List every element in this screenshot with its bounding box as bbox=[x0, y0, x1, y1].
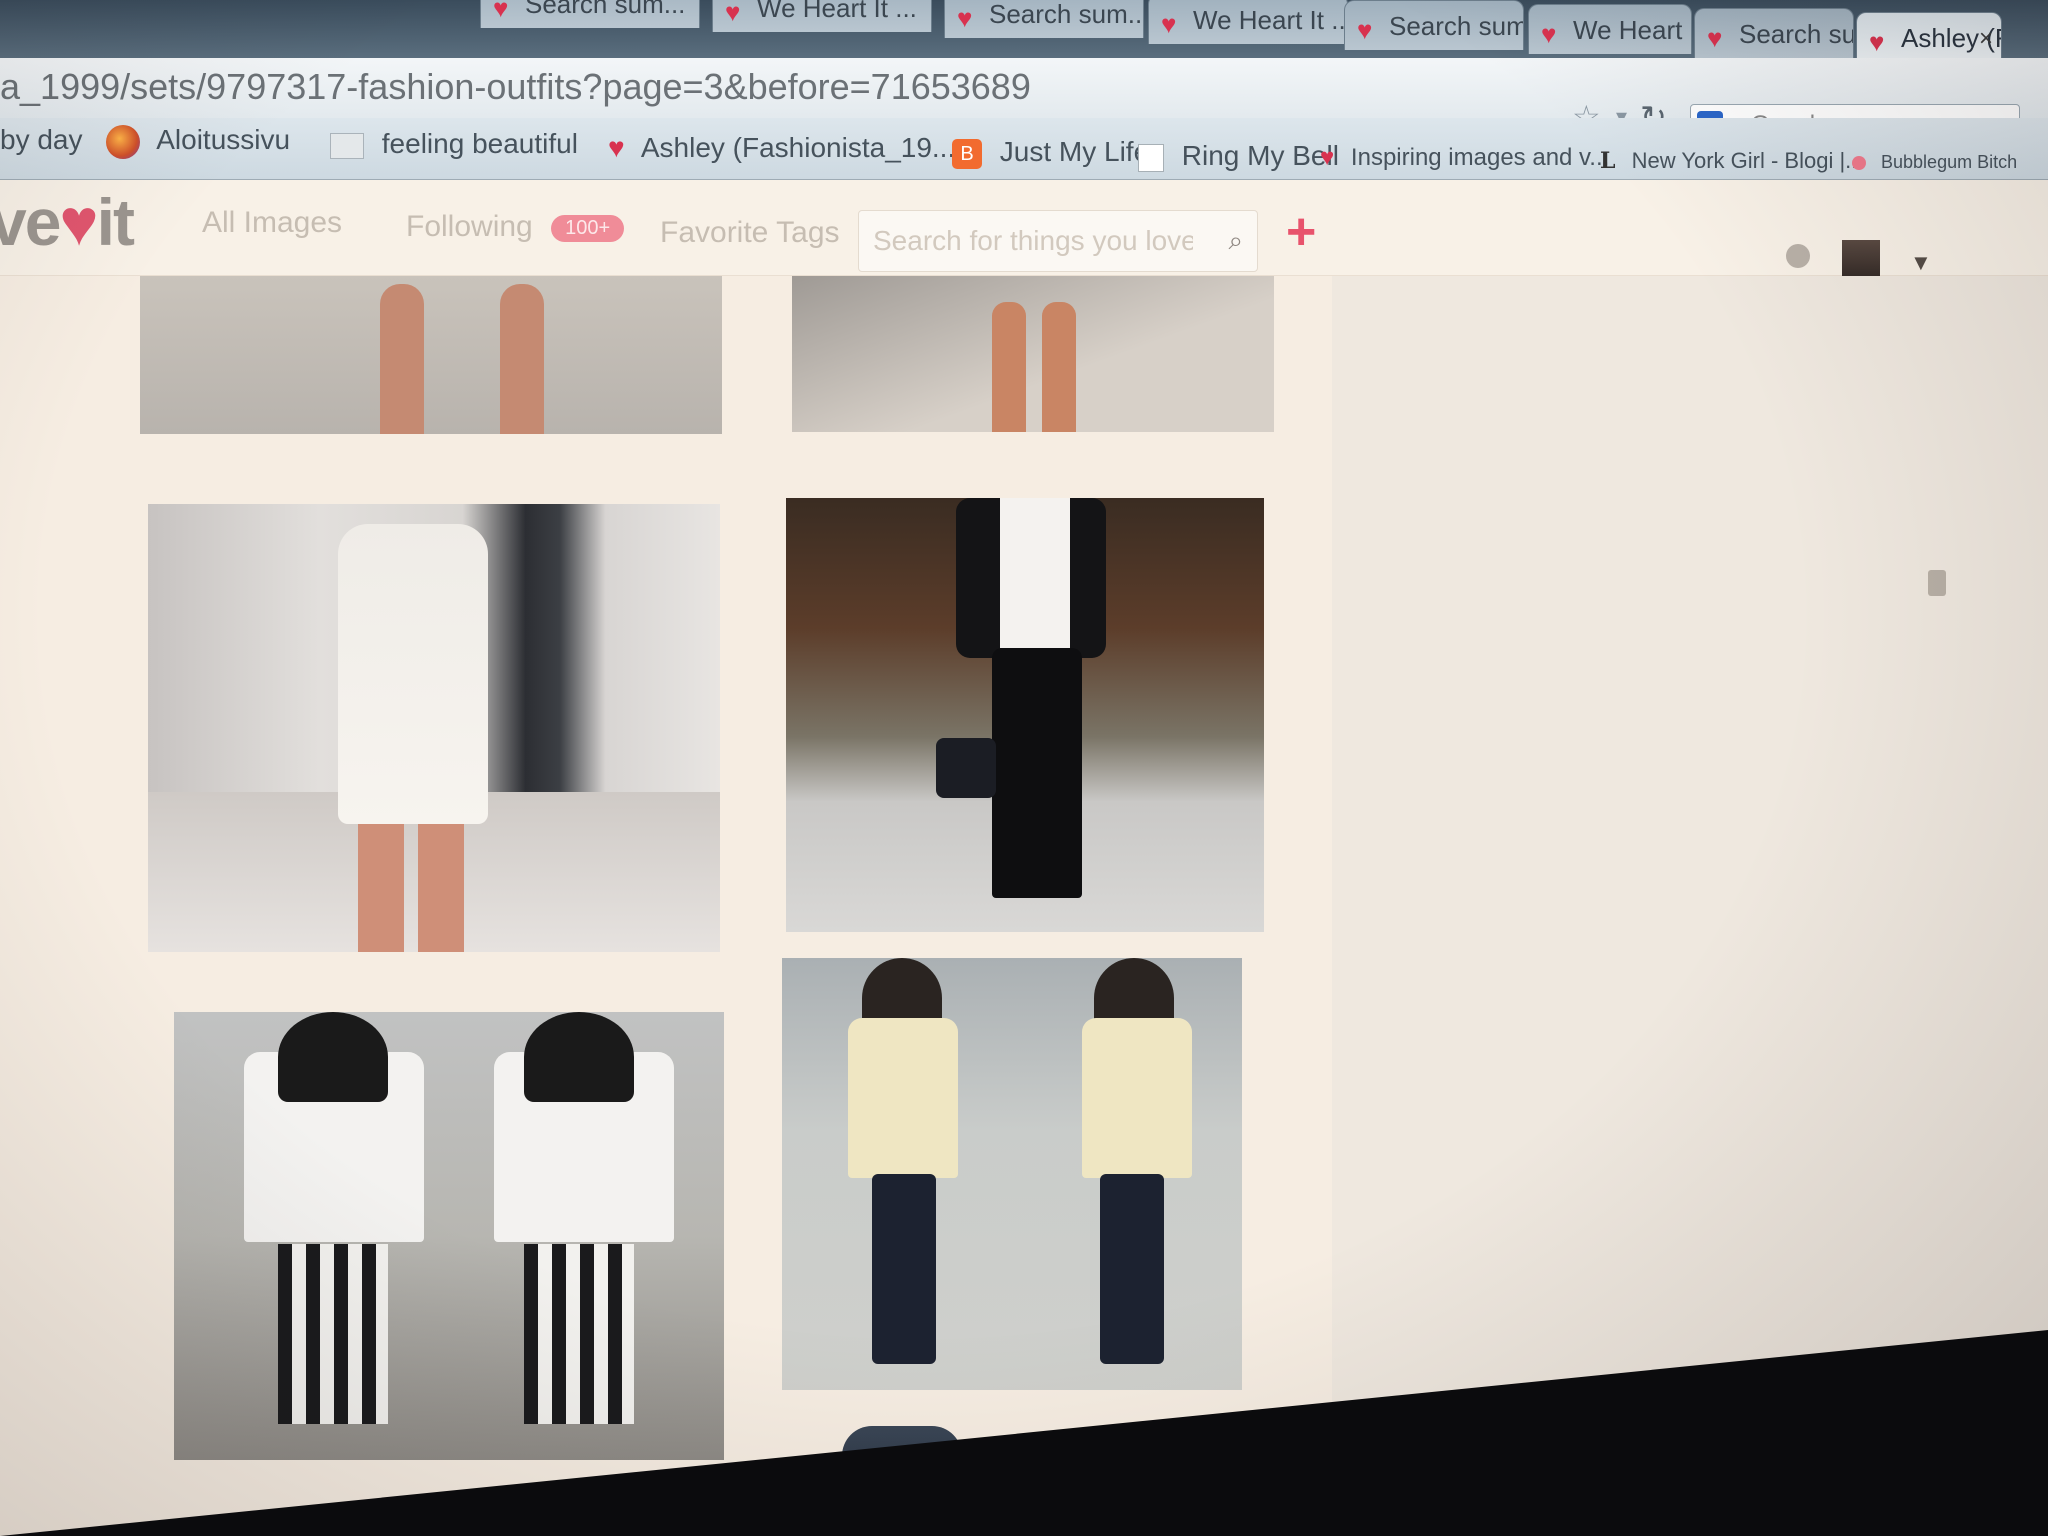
grid-image[interactable] bbox=[140, 276, 722, 434]
search-icon[interactable]: ⌕ bbox=[1228, 225, 1243, 257]
photo-detail bbox=[848, 1018, 958, 1178]
letter-l-icon: L bbox=[1600, 148, 1616, 174]
dot-icon bbox=[1852, 156, 1866, 171]
photo-detail bbox=[380, 284, 424, 434]
bookmark-item[interactable]: Ring My Bell bbox=[1138, 140, 1339, 172]
bookmark-label: by day bbox=[0, 124, 83, 155]
photo-detail bbox=[992, 302, 1026, 432]
heart-icon: ♥ bbox=[1357, 15, 1373, 45]
sidebar-handle[interactable] bbox=[1928, 570, 1946, 596]
site-search-box: ⌕ bbox=[858, 210, 1258, 272]
tab-strip: ♥ Search sum... ♥ We Heart It ... ♥ Sear… bbox=[0, 0, 2048, 58]
heart-icon: ♥ bbox=[1707, 23, 1723, 53]
heart-icon: ♥ bbox=[1869, 27, 1885, 57]
image-grid bbox=[0, 276, 2048, 1536]
photo-detail bbox=[338, 524, 488, 824]
bookmark-item[interactable]: ♥ Ashley (Fashionista_19... bbox=[608, 132, 955, 164]
tab-7[interactable]: ♥ Search sum... bbox=[1694, 8, 1854, 58]
grid-image[interactable] bbox=[792, 276, 1274, 432]
tab-2[interactable]: ♥ We Heart It ... bbox=[712, 0, 932, 32]
chevron-down-icon[interactable]: ▼ bbox=[1910, 250, 1932, 276]
add-button[interactable]: + bbox=[1286, 202, 1316, 262]
tab-5[interactable]: ♥ Search sum... bbox=[1344, 0, 1524, 50]
logo-text-right: it bbox=[96, 185, 135, 259]
bookmark-item[interactable]: B Just My Life bbox=[952, 136, 1149, 169]
settings-icon[interactable] bbox=[1786, 244, 1810, 268]
photo-detail bbox=[1100, 1174, 1164, 1364]
tab-1[interactable]: ♥ Search sum... bbox=[480, 0, 700, 28]
bookmark-label: New York Girl - Blogi |... bbox=[1631, 148, 1864, 173]
tab-4[interactable]: ♥ We Heart It ... bbox=[1148, 0, 1348, 44]
heart-icon: ♥ bbox=[957, 3, 973, 33]
tab-label: Search sum... bbox=[525, 0, 686, 19]
tab-3[interactable]: ♥ Search sum... bbox=[944, 0, 1144, 38]
photo-detail bbox=[936, 738, 996, 798]
bookmark-item[interactable]: ♥ Inspiring images and v... bbox=[1320, 144, 1609, 172]
blank-page-icon bbox=[1138, 143, 1164, 172]
photo-detail bbox=[500, 284, 544, 434]
bookmark-item[interactable]: by day bbox=[0, 124, 83, 156]
bookmark-label: Ring My Bell bbox=[1181, 140, 1339, 171]
bookmark-label: Just My Life bbox=[999, 136, 1150, 167]
photo-detail bbox=[278, 1012, 388, 1102]
bookmark-item[interactable]: Bubblegum Bitch bbox=[1852, 152, 2017, 173]
following-count-badge: 100+ bbox=[551, 214, 625, 242]
bookmark-label: feeling beautiful bbox=[381, 128, 578, 159]
bookmark-item[interactable]: Aloitussivu bbox=[106, 124, 290, 159]
url-field[interactable]: a_1999/sets/9797317-fashion-outfits?page… bbox=[0, 66, 1031, 108]
tab-label: Search sum... bbox=[1389, 11, 1524, 41]
logo-text-left: ve bbox=[0, 185, 61, 259]
nav-following[interactable]: Following 100+ bbox=[406, 210, 625, 244]
heart-icon: ♥ bbox=[608, 132, 625, 163]
grid-image[interactable] bbox=[148, 504, 720, 952]
photo-detail bbox=[1000, 498, 1070, 648]
photo-detail bbox=[278, 1244, 388, 1424]
photo-detail bbox=[1042, 302, 1076, 432]
nav-following-label: Following bbox=[406, 210, 533, 243]
bookmark-label: Aloitussivu bbox=[156, 124, 291, 155]
bookmark-label: Inspiring images and v... bbox=[1350, 144, 1610, 171]
photo-detail bbox=[418, 824, 464, 952]
tab-label: Search sum... bbox=[989, 0, 1144, 29]
photo-detail bbox=[872, 1174, 936, 1364]
search-input[interactable] bbox=[873, 223, 1193, 259]
bookmark-item[interactable]: L New York Girl - Blogi |... bbox=[1600, 148, 1864, 174]
bookmarks-bar: by day Aloitussivu feeling beautiful ♥ A… bbox=[0, 118, 2048, 180]
nav-favorite-tags[interactable]: Favorite Tags bbox=[660, 216, 840, 250]
browser-screen: ♥ Search sum... ♥ We Heart It ... ♥ Sear… bbox=[0, 0, 2048, 1536]
photo-detail bbox=[524, 1244, 634, 1424]
blogger-icon: B bbox=[952, 138, 982, 169]
tab-label: Search sum... bbox=[1739, 19, 1853, 49]
heart-icon: ♥ bbox=[1161, 9, 1177, 39]
heart-icon: ♥ bbox=[1320, 144, 1335, 171]
heart-icon: ♥ bbox=[1541, 19, 1557, 49]
photo-detail bbox=[1082, 1018, 1192, 1178]
photo-detail bbox=[358, 824, 404, 952]
photo-detail bbox=[992, 648, 1082, 898]
tab-6[interactable]: ♥ We Heart It ... bbox=[1528, 4, 1692, 54]
bookmark-label: Ashley (Fashionista_19... bbox=[640, 132, 956, 163]
nav-all-images[interactable]: All Images bbox=[202, 206, 342, 240]
grid-image[interactable] bbox=[782, 958, 1242, 1390]
tab-active[interactable]: ♥ Ashley (F... × bbox=[1856, 12, 2002, 58]
bookmark-label: Bubblegum Bitch bbox=[1881, 152, 2018, 172]
site-logo[interactable]: ve♥it bbox=[0, 184, 135, 260]
image-icon bbox=[330, 132, 364, 159]
heart-icon: ♥ bbox=[493, 0, 509, 23]
bookmark-item[interactable]: feeling beautiful bbox=[330, 128, 578, 160]
heart-icon: ♥ bbox=[725, 0, 741, 27]
grid-image[interactable] bbox=[174, 1012, 724, 1460]
site-header: ve♥it All Images Following 100+ Favorite… bbox=[0, 180, 2048, 284]
close-icon[interactable]: × bbox=[1979, 25, 1993, 53]
tab-label: We Heart It ... bbox=[757, 0, 917, 23]
photo-detail bbox=[524, 1012, 634, 1102]
grid-image[interactable] bbox=[786, 498, 1264, 932]
heart-icon: ♥ bbox=[59, 185, 98, 259]
tab-label: We Heart It ... bbox=[1193, 5, 1348, 35]
tab-label: We Heart It ... bbox=[1573, 15, 1691, 45]
firefox-icon bbox=[106, 124, 140, 159]
